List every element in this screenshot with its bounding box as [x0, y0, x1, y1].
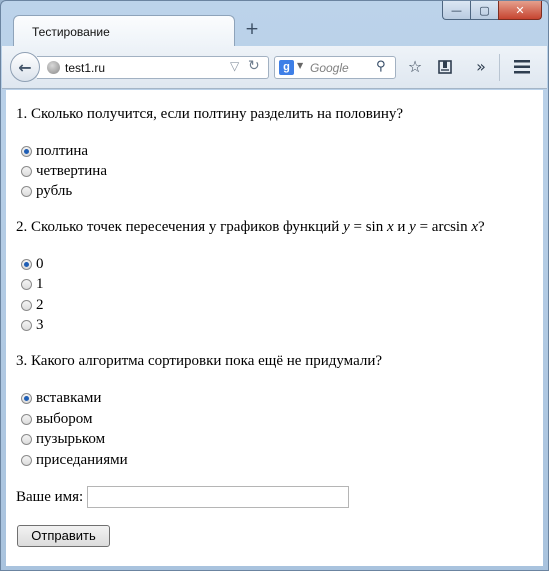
- option-label: 3: [36, 316, 44, 333]
- option-q1-c[interactable]: рубль: [21, 182, 72, 200]
- radio-button[interactable]: [21, 145, 32, 157]
- option-q2-1[interactable]: 1: [21, 275, 44, 293]
- back-button[interactable]: ←: [10, 52, 40, 82]
- bookmark-star-icon[interactable]: ☆: [404, 56, 426, 78]
- option-q3-d[interactable]: приседаниями: [21, 451, 128, 469]
- option-q1-a[interactable]: полтина: [21, 142, 88, 160]
- option-label: вставками: [36, 389, 102, 406]
- option-q2-3[interactable]: 3: [21, 316, 44, 334]
- reload-icon[interactable]: ↻: [248, 58, 260, 74]
- navigation-toolbar: test1.ru ▽ ↻ ← g ▼ Google ⚲ ☆ »: [2, 46, 547, 89]
- option-label: 2: [36, 296, 44, 313]
- search-engine-dropdown-icon[interactable]: ▼: [297, 61, 303, 70]
- question-3-text: 3. Какого алгоритма сортировки пока ещё …: [16, 353, 383, 369]
- toolbar-divider: [499, 54, 500, 81]
- tab-active[interactable]: Тестирование: [13, 15, 235, 47]
- bookmarks-menu-icon[interactable]: [434, 56, 456, 78]
- submit-button[interactable]: Отправить: [17, 525, 110, 547]
- radio-button[interactable]: [21, 299, 32, 311]
- maximize-button[interactable]: ▢: [470, 1, 498, 20]
- option-q3-a[interactable]: вставками: [21, 389, 101, 407]
- question-1-text: 1. Сколько получится, если полтину разде…: [16, 106, 404, 122]
- url-text[interactable]: test1.ru: [65, 61, 105, 75]
- option-label: 0: [36, 255, 44, 272]
- name-label: Ваше имя:: [16, 488, 84, 505]
- overflow-chevron-icon[interactable]: »: [470, 56, 492, 78]
- minimize-button[interactable]: —: [442, 1, 470, 20]
- address-bar[interactable]: test1.ru ▽ ↻: [37, 56, 269, 79]
- question-2-text: 2. Сколько точек пересечения у графиков …: [16, 219, 485, 235]
- radio-button[interactable]: [21, 413, 32, 425]
- tab-title: Тестирование: [32, 25, 110, 39]
- option-q1-b[interactable]: четвертина: [21, 162, 107, 180]
- name-row: Ваше имя:: [16, 486, 350, 508]
- option-q3-c[interactable]: пузырьком: [21, 430, 105, 448]
- option-label: четвертина: [36, 162, 107, 179]
- option-label: приседаниями: [36, 451, 128, 468]
- name-input[interactable]: [87, 486, 350, 508]
- option-label: 1: [36, 275, 44, 292]
- option-q2-0[interactable]: 0: [21, 255, 44, 273]
- new-tab-button[interactable]: +: [244, 21, 260, 38]
- radio-button[interactable]: [21, 392, 32, 404]
- radio-button[interactable]: [21, 319, 32, 331]
- page-content: 1. Сколько получится, если полтину разде…: [6, 90, 543, 566]
- option-q2-2[interactable]: 2: [21, 296, 44, 314]
- option-label: полтина: [36, 142, 89, 159]
- option-label: пузырьком: [36, 430, 106, 447]
- google-icon[interactable]: g: [279, 60, 294, 75]
- browser-window: — ▢ ✕ Тестирование + test1.ru ▽ ↻ ← g ▼ …: [0, 0, 549, 571]
- option-q3-b[interactable]: выбором: [21, 410, 93, 428]
- dropdown-arrow-icon[interactable]: ▽: [230, 59, 239, 73]
- radio-button[interactable]: [21, 165, 32, 177]
- globe-icon: [47, 61, 60, 74]
- close-button[interactable]: ✕: [498, 1, 542, 20]
- window-controls: — ▢ ✕: [442, 1, 542, 21]
- radio-button[interactable]: [21, 258, 32, 270]
- radio-button[interactable]: [21, 278, 32, 290]
- radio-button[interactable]: [21, 454, 32, 466]
- option-label: выбором: [36, 410, 93, 427]
- search-bar[interactable]: g ▼ Google ⚲: [274, 56, 396, 79]
- radio-button[interactable]: [21, 433, 32, 445]
- menu-icon[interactable]: [511, 56, 533, 78]
- radio-button[interactable]: [21, 185, 32, 197]
- option-label: рубль: [36, 182, 73, 199]
- search-icon[interactable]: ⚲: [376, 59, 386, 74]
- search-placeholder[interactable]: Google: [310, 61, 349, 75]
